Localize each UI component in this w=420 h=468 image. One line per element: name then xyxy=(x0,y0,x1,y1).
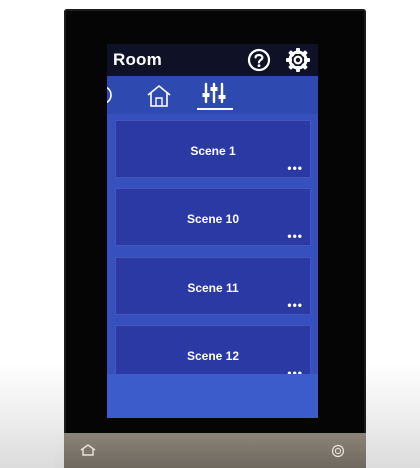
footer-band xyxy=(107,374,318,418)
more-options-icon[interactable]: ••• xyxy=(287,230,303,242)
hardware-home-icon[interactable] xyxy=(78,443,98,457)
touch-screen: Room Scene 1 ••• Scene 10 ••• Scene 11 •… xyxy=(107,44,318,418)
more-options-icon[interactable]: ••• xyxy=(287,162,303,174)
scene-label: Scene 10 xyxy=(186,212,240,226)
gear-icon[interactable] xyxy=(285,47,311,73)
hardware-power-icon[interactable] xyxy=(331,444,345,458)
app-header: Room xyxy=(107,44,318,76)
tab-scenes-sliders-icon[interactable] xyxy=(197,81,233,111)
scene-card[interactable]: Scene 11 ••• xyxy=(115,257,311,315)
scene-label: Scene 1 xyxy=(190,144,236,158)
tab-home-icon[interactable] xyxy=(146,84,172,108)
device-bottom-bezel xyxy=(64,433,366,468)
scene-label: Scene 12 xyxy=(186,349,240,363)
help-icon[interactable] xyxy=(247,48,271,72)
scene-card[interactable]: Scene 10 ••• xyxy=(115,188,311,246)
more-options-icon[interactable]: ••• xyxy=(287,299,303,311)
tab-partial-icon[interactable] xyxy=(107,84,117,106)
page-title: Room xyxy=(113,50,162,69)
tab-bar xyxy=(107,76,318,114)
scene-card[interactable]: Scene 1 ••• xyxy=(115,120,311,178)
scene-list: Scene 1 ••• Scene 10 ••• Scene 11 ••• Sc… xyxy=(107,114,318,418)
scene-label: Scene 11 xyxy=(187,281,239,295)
